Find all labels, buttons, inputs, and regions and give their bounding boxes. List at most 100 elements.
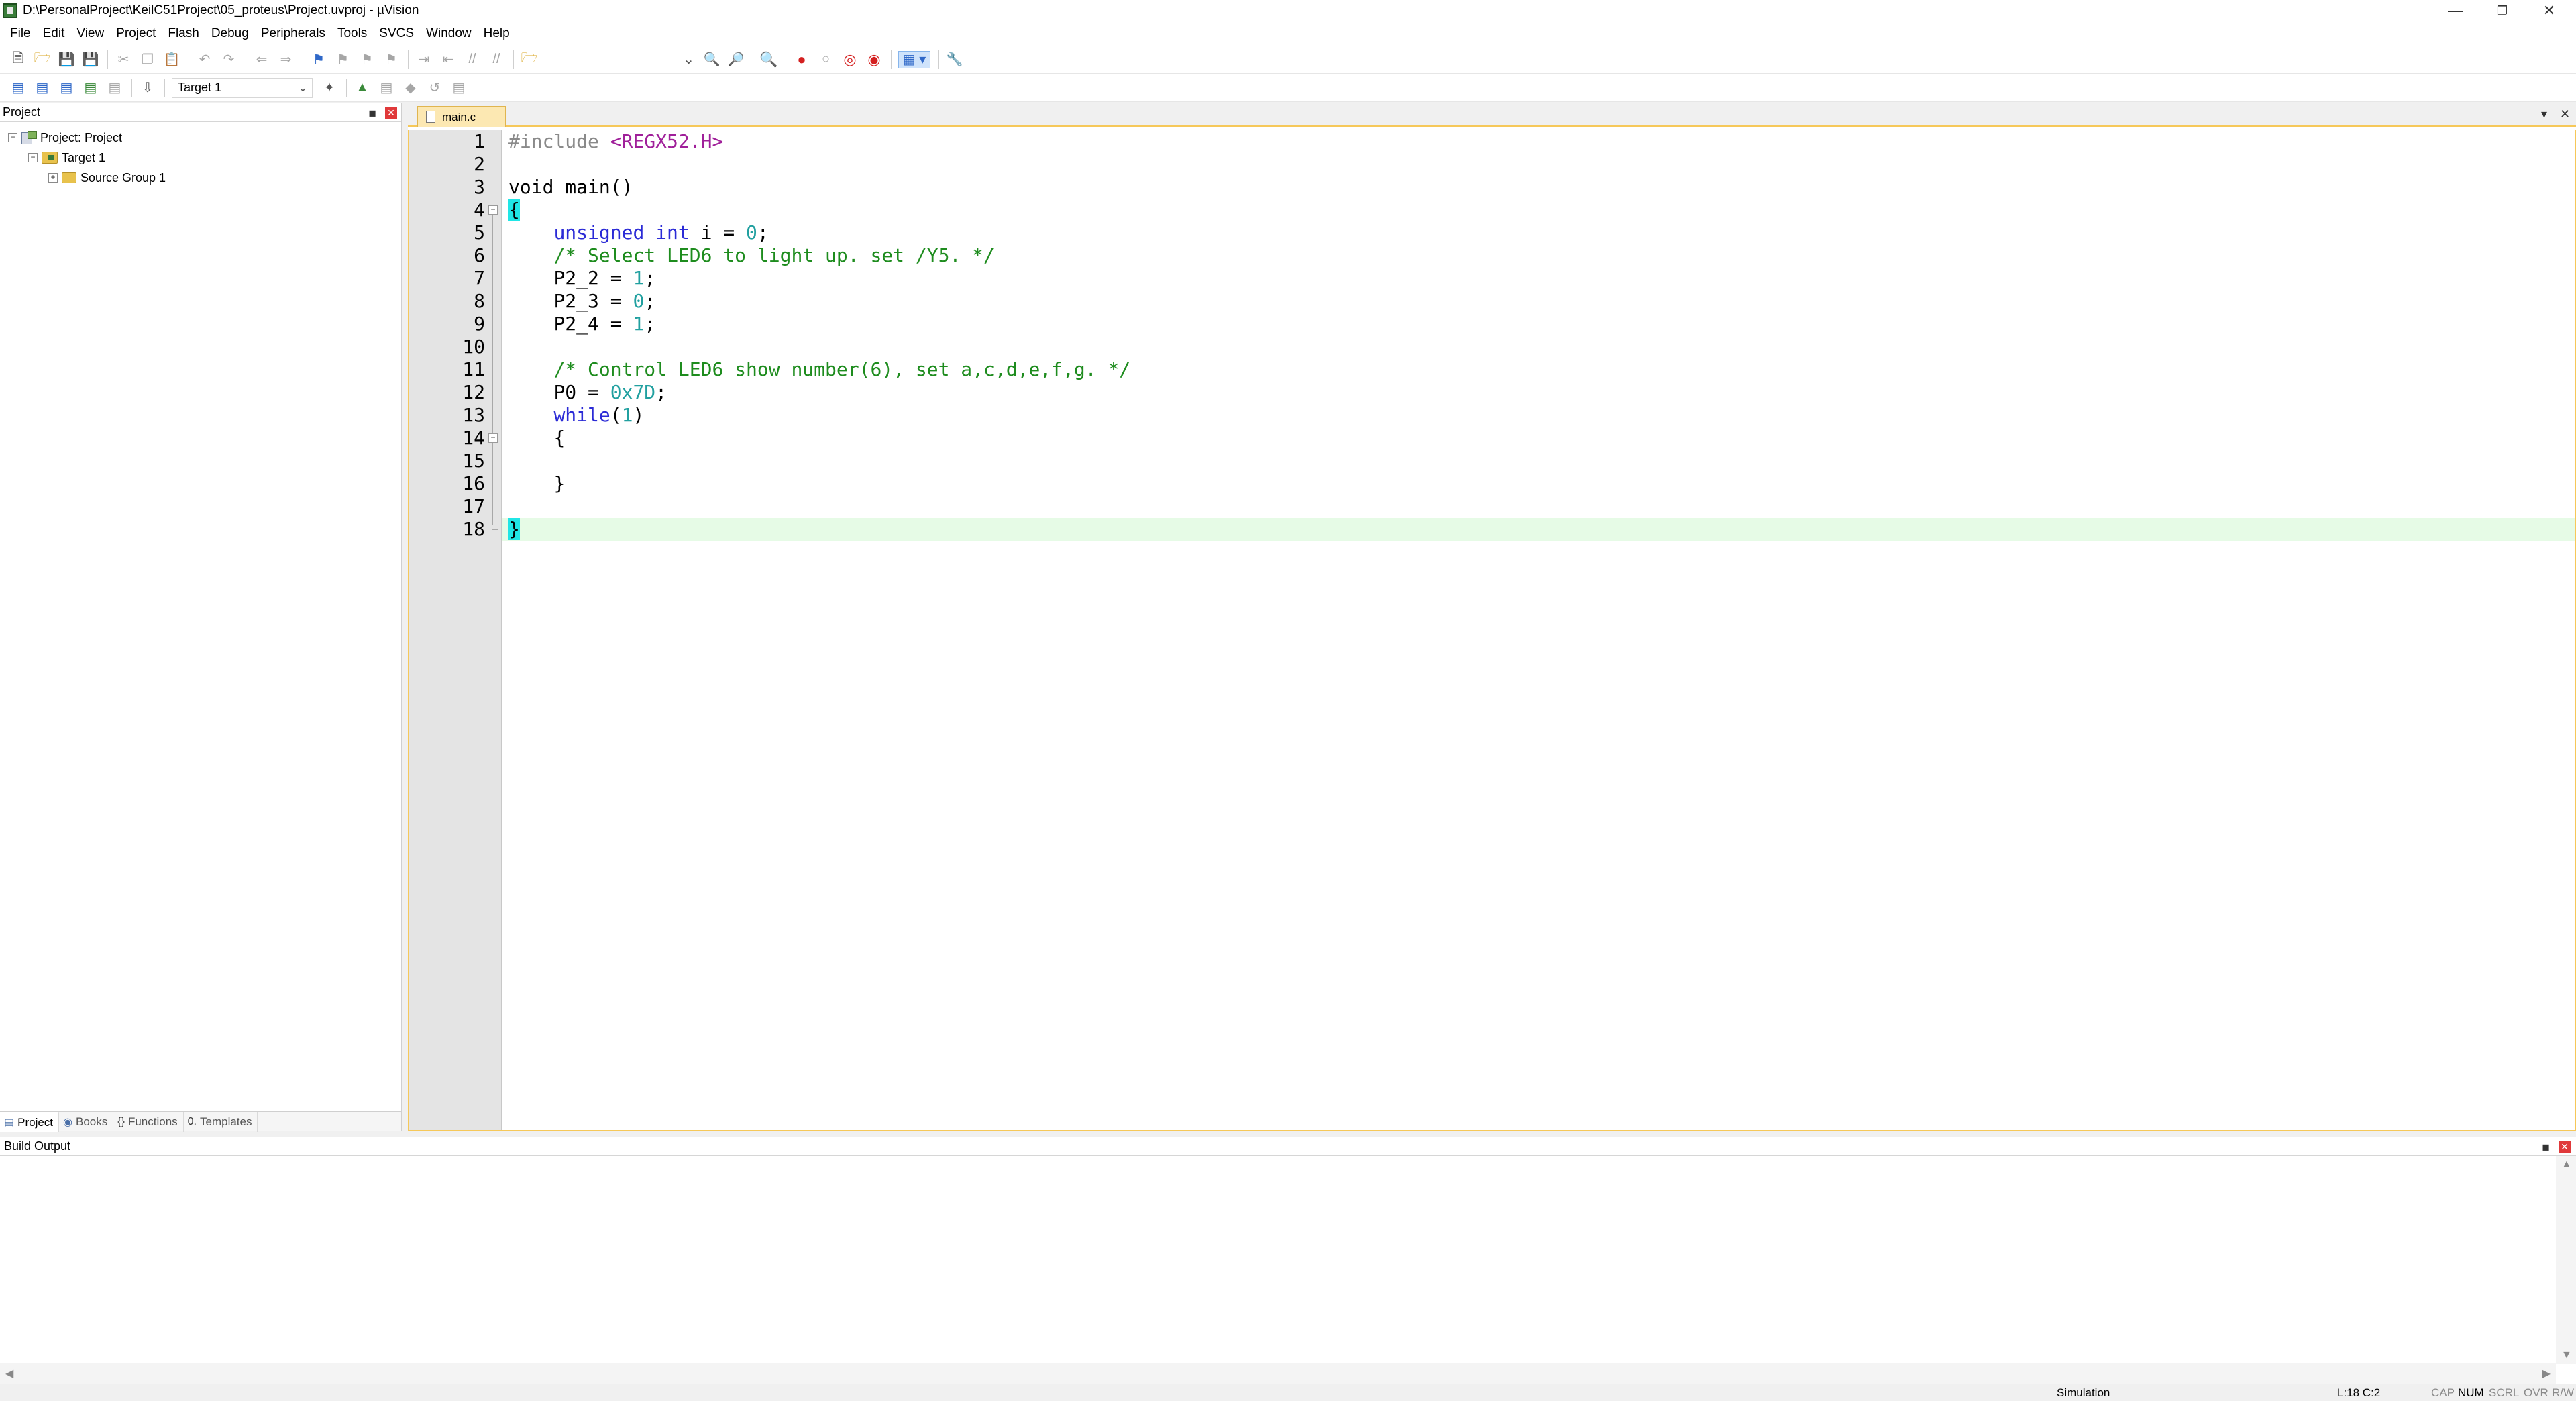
navigate-back-icon[interactable]: ⇐ xyxy=(253,51,270,68)
menu-window[interactable]: Window xyxy=(420,21,478,46)
tab-project[interactable]: ▤ Project xyxy=(0,1111,60,1132)
open-file-icon[interactable]: 🗁 xyxy=(34,51,51,68)
code-text: i = xyxy=(689,221,747,244)
find-combo[interactable]: ⌄ xyxy=(545,50,699,70)
bookmark-clear-icon[interactable]: ⚑ xyxy=(382,51,400,68)
code-text: ) xyxy=(633,404,645,426)
target-select[interactable]: Target 1 ⌄ xyxy=(172,77,313,98)
window-layout-icon[interactable]: ▦ ▾ xyxy=(898,50,930,68)
code-text: ; xyxy=(655,381,667,403)
unindent-icon[interactable]: ⇤ xyxy=(439,51,457,68)
bookmark-prev-icon[interactable]: ⚑ xyxy=(334,51,352,68)
find-in-files-icon[interactable]: 🗁 xyxy=(521,51,538,68)
tab-main-c[interactable]: main.c xyxy=(417,106,506,127)
select-software-packs-icon[interactable]: ◆ xyxy=(402,79,419,97)
code-line-3: void main() xyxy=(508,176,633,198)
tab-functions[interactable]: {} Functions xyxy=(113,1111,184,1132)
save-icon[interactable]: 💾 xyxy=(58,51,75,68)
line-number: 1 xyxy=(474,130,485,152)
number-literal: 1 xyxy=(633,313,645,335)
scroll-left-icon[interactable]: ◀ xyxy=(5,1367,13,1380)
close-window-button[interactable]: ✕ xyxy=(2526,0,2573,21)
menu-project[interactable]: Project xyxy=(110,21,162,46)
batch-build-icon[interactable]: ▤ xyxy=(82,79,99,97)
bookmark-next-icon[interactable]: ⚑ xyxy=(358,51,376,68)
tree-item-project[interactable]: − Project: Project xyxy=(0,127,401,148)
line-number: 4 xyxy=(474,199,485,221)
navigate-forward-icon[interactable]: ⇒ xyxy=(277,51,294,68)
status-ovr: OVR xyxy=(2524,1386,2548,1399)
manage-components-icon[interactable]: ▲ xyxy=(354,79,371,97)
configure-icon[interactable]: 🔧 xyxy=(946,51,963,68)
tab-list-icon[interactable]: ▾ xyxy=(2541,107,2547,121)
close-pane-icon[interactable]: ✕ xyxy=(2559,1141,2571,1153)
tab-books[interactable]: ◉ Books xyxy=(59,1111,114,1132)
cut-icon[interactable]: ✂ xyxy=(115,51,132,68)
pin-icon[interactable]: ◼ xyxy=(2540,1141,2552,1153)
breakpoint-kill-all-icon[interactable]: ◉ xyxy=(865,51,883,68)
collapse-icon[interactable]: − xyxy=(28,153,38,162)
find-icon[interactable]: 🔍 xyxy=(703,51,720,68)
redo-icon[interactable]: ↷ xyxy=(220,51,237,68)
target-options-icon[interactable]: ✦ xyxy=(321,79,338,97)
pin-icon[interactable]: ◼ xyxy=(366,107,378,119)
close-pane-icon[interactable]: ✕ xyxy=(385,107,397,119)
menu-tools[interactable]: Tools xyxy=(331,21,373,46)
menu-file[interactable]: File xyxy=(4,21,37,46)
menu-flash[interactable]: Flash xyxy=(162,21,205,46)
code-line-12: P0 = 0x7D; xyxy=(502,381,667,404)
tree-item-source-group[interactable]: + Source Group 1 xyxy=(0,168,401,188)
project-tree: − Project: Project − Target 1 + Source G… xyxy=(0,122,401,188)
multi-project-icon[interactable]: ▤ xyxy=(450,79,468,97)
build-icon[interactable]: ▤ xyxy=(34,79,51,97)
copy-icon[interactable]: ❐ xyxy=(139,51,156,68)
number-literal: 0 xyxy=(633,290,645,312)
menu-svcs[interactable]: SVCS xyxy=(373,21,420,46)
save-all-icon[interactable]: 💾 xyxy=(82,51,99,68)
paste-icon[interactable]: 📋 xyxy=(163,51,180,68)
breakpoint-disable-icon[interactable]: ○ xyxy=(817,51,835,68)
new-file-icon[interactable]: 🗎 xyxy=(9,51,27,68)
comment-icon[interactable]: // xyxy=(464,51,481,68)
menu-help[interactable]: Help xyxy=(478,21,516,46)
functions-tab-icon: {} xyxy=(117,1115,125,1127)
scroll-up-icon[interactable]: ▲ xyxy=(2561,1159,2572,1171)
editor-text-area[interactable]: 1 2 3 4 5 6 7 8 9 10 11 12 13 14 15 16 1… xyxy=(408,130,2576,1131)
build-output-text[interactable] xyxy=(0,1156,2556,1364)
breakpoint-disable-all-icon[interactable]: ◎ xyxy=(841,51,859,68)
rebuild-icon[interactable]: ▤ xyxy=(58,79,75,97)
menu-edit[interactable]: Edit xyxy=(37,21,71,46)
code-content[interactable]: #include <REGX52.H> void main() { unsign… xyxy=(502,130,2575,1130)
stop-build-icon[interactable]: ▤ xyxy=(106,79,123,97)
line-number: 5 xyxy=(474,221,485,244)
uncomment-icon[interactable]: // xyxy=(488,51,505,68)
menu-peripherals[interactable]: Peripherals xyxy=(255,21,331,46)
pack-installer-icon[interactable]: ↺ xyxy=(426,79,443,97)
horizontal-scrollbar[interactable]: ◀ ▶ xyxy=(0,1363,2556,1384)
menu-debug[interactable]: Debug xyxy=(205,21,255,46)
indent-icon[interactable]: ⇥ xyxy=(415,51,433,68)
debug-session-icon[interactable]: 🔍 xyxy=(759,51,777,68)
incremental-find-icon[interactable]: 🔎 xyxy=(727,51,745,68)
file-extensions-icon[interactable]: ▤ xyxy=(378,79,395,97)
undo-icon[interactable]: ↶ xyxy=(196,51,213,68)
translate-icon[interactable]: ▤ xyxy=(9,79,27,97)
fold-collapse-icon[interactable]: − xyxy=(488,433,498,443)
bookmark-toggle-icon[interactable]: ⚑ xyxy=(310,51,327,68)
vertical-scrollbar[interactable]: ▲ ▼ xyxy=(2556,1156,2576,1364)
fold-collapse-icon[interactable]: − xyxy=(488,205,498,215)
toolbar-separator xyxy=(938,50,939,69)
menu-view[interactable]: View xyxy=(70,21,110,46)
collapse-icon[interactable]: − xyxy=(8,133,17,142)
tab-templates[interactable]: 0. Templates xyxy=(184,1111,258,1132)
maximize-button[interactable]: ❐ xyxy=(2479,0,2526,21)
scroll-right-icon[interactable]: ▶ xyxy=(2542,1367,2551,1380)
toolbar-separator xyxy=(164,78,165,97)
close-tab-icon[interactable]: ✕ xyxy=(2560,107,2570,121)
download-icon[interactable]: ⇩ xyxy=(139,79,156,97)
minimize-button[interactable]: — xyxy=(2432,0,2479,21)
breakpoint-insert-icon[interactable]: ● xyxy=(793,51,810,68)
scroll-down-icon[interactable]: ▼ xyxy=(2561,1349,2572,1361)
expand-icon[interactable]: + xyxy=(48,173,58,183)
tree-item-target[interactable]: − Target 1 xyxy=(0,148,401,168)
